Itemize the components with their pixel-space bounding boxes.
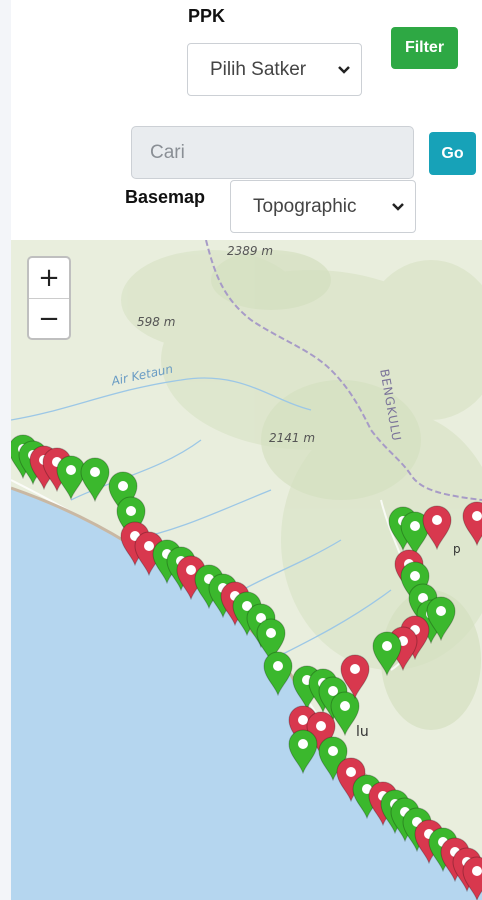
map-marker-red[interactable] [421, 504, 453, 551]
map-marker-red[interactable] [339, 653, 371, 700]
chevron-down-icon [392, 202, 404, 211]
chevron-down-icon [338, 65, 350, 74]
map-marker-red[interactable] [461, 855, 482, 900]
map-view[interactable]: 2389 m 598 m 2141 m Air Ketaun BENGKULU … [11, 240, 482, 900]
filter-button[interactable]: Filter [391, 27, 458, 69]
map-marker-green[interactable] [371, 630, 403, 677]
go-button[interactable]: Go [429, 132, 476, 175]
map-label-elevation: 2141 m [269, 431, 316, 445]
map-marker-green[interactable] [262, 650, 294, 697]
basemap-select-value: Topographic [253, 195, 357, 217]
map-marker-red[interactable] [461, 500, 482, 547]
left-edge-bar [0, 0, 11, 900]
basemap-select[interactable]: Topographic [230, 180, 416, 233]
zoom-in-button[interactable]: + [29, 258, 69, 298]
zoom-control: + − [27, 256, 71, 340]
search-input[interactable]: Cari [131, 126, 414, 179]
basemap-label: Basemap [125, 187, 206, 207]
map-label-town: p [453, 542, 461, 556]
zoom-out-button[interactable]: − [29, 299, 69, 339]
ppk-label: PPK [188, 6, 226, 26]
map-label-elevation: 2389 m [227, 244, 274, 258]
map-marker-green[interactable] [287, 728, 319, 775]
map-label-elevation: 598 m [137, 315, 176, 329]
satker-select[interactable]: Pilih Satker [187, 43, 362, 96]
satker-select-value: Pilih Satker [210, 58, 307, 80]
